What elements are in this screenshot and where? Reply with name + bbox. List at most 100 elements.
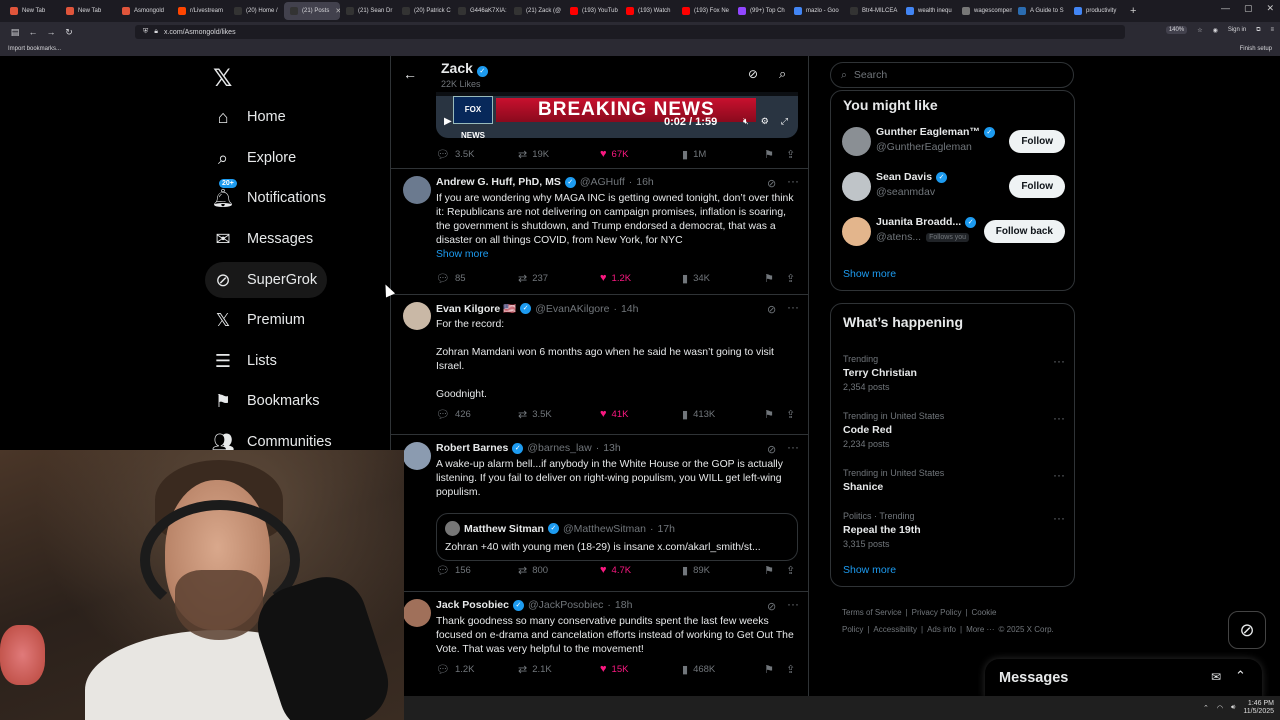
- browser-tab[interactable]: (20) Home /: [228, 2, 284, 20]
- account-icon[interactable]: ◉: [1213, 27, 1218, 34]
- author-handle[interactable]: @JackPosobiec: [528, 599, 603, 611]
- browser-tab[interactable]: A Guide to S: [1012, 2, 1068, 20]
- browser-tab[interactable]: (99+) Top Ch: [732, 2, 788, 20]
- clock[interactable]: 1:46 PM 11/5/2025: [1243, 700, 1274, 716]
- more-options-icon[interactable]: ···: [1053, 354, 1065, 368]
- browser-tab[interactable]: (21) Posts ✕: [284, 2, 340, 20]
- quoted-tweet[interactable]: Matthew Sitman ✓ @MatthewSitman · 17h Zo…: [436, 513, 798, 561]
- author-name[interactable]: Robert Barnes: [436, 442, 508, 454]
- browser-tab[interactable]: mazlo - Goo: [788, 2, 844, 20]
- browser-tab[interactable]: New Tab: [4, 2, 60, 20]
- back-arrow-icon[interactable]: ←: [24, 27, 42, 37]
- avatar[interactable]: [842, 217, 871, 246]
- sidebar-toggle-icon[interactable]: ▤: [6, 27, 24, 38]
- browser-tab[interactable]: wealth inequ: [900, 2, 956, 20]
- footer-link[interactable]: © 2025 X Corp.: [999, 625, 1054, 634]
- like-button[interactable]: ♥ 1.2K: [600, 272, 631, 284]
- author-handle[interactable]: @barnes_law: [527, 442, 591, 454]
- repost-button[interactable]: ⇄ 3.5K: [518, 408, 552, 421]
- browser-tab[interactable]: wagescompens: [956, 2, 1012, 20]
- browser-tab[interactable]: G446aK7XIA:: [452, 2, 508, 20]
- browser-tab[interactable]: New Tab: [60, 2, 116, 20]
- settings-icon[interactable]: ⚙: [761, 116, 769, 127]
- volume-icon[interactable]: 🔊︎: [1231, 704, 1235, 712]
- browser-tab[interactable]: r/Livestream: [172, 2, 228, 20]
- more-options-icon[interactable]: ···: [787, 597, 799, 611]
- grok-icon[interactable]: ⊘: [767, 600, 776, 613]
- author-name[interactable]: Evan Kilgore 🇺🇸: [436, 302, 516, 315]
- follow-button[interactable]: Follow: [1009, 175, 1065, 198]
- mute-icon[interactable]: 🔇︎: [743, 116, 749, 127]
- views-button[interactable]: ▮ 89K: [682, 564, 710, 577]
- tweet[interactable]: Jack Posobiec ✓ @JackPosobiec · 18h ⊘ ··…: [391, 591, 808, 696]
- grok-icon[interactable]: ⊘: [767, 177, 776, 190]
- follow-suggestion[interactable]: Sean Davis ✓ @seanmdav Follow: [831, 167, 1076, 207]
- like-button[interactable]: ♥ 67K: [600, 148, 628, 160]
- avatar[interactable]: [403, 176, 431, 204]
- expand-chevron-icon[interactable]: ⌃: [1235, 668, 1246, 684]
- browser-tab[interactable]: (20) Patrick C: [396, 2, 452, 20]
- like-button[interactable]: ♥ 4.7K: [600, 564, 631, 576]
- share-button[interactable]: ⇪: [786, 564, 795, 577]
- search-input[interactable]: ⌕ Search: [830, 62, 1074, 88]
- bookmark-button[interactable]: ⚑: [764, 408, 774, 421]
- forward-arrow-icon[interactable]: →: [42, 27, 60, 37]
- browser-tab[interactable]: (193) Watch: [620, 2, 676, 20]
- tweet-time[interactable]: 18h: [615, 599, 633, 611]
- grok-fab-icon[interactable]: ⊘: [1228, 611, 1266, 649]
- nav-item-explore[interactable]: ⌕ Explore: [205, 140, 306, 176]
- messages-drawer[interactable]: Messages ✉ ⌃: [985, 659, 1262, 699]
- close-window-icon[interactable]: ✕: [1266, 3, 1274, 14]
- reload-icon[interactable]: ↻: [60, 27, 78, 38]
- author-name[interactable]: Jack Posobiec: [436, 599, 509, 611]
- footer-link[interactable]: Terms of Service: [842, 608, 902, 617]
- sign-in-link[interactable]: Sign in: [1228, 27, 1246, 33]
- nav-item-bookmarks[interactable]: ⚑ Bookmarks: [205, 383, 330, 419]
- repost-button[interactable]: ⇄ 800: [518, 564, 548, 577]
- avatar[interactable]: [842, 127, 871, 156]
- tweet-time[interactable]: 14h: [621, 303, 639, 315]
- follow-suggestion[interactable]: Juanita Broadd... ✓ @atens... Follows you …: [831, 212, 1076, 252]
- views-button[interactable]: ▮ 468K: [682, 663, 715, 676]
- import-bookmarks-link[interactable]: Import bookmarks...: [8, 46, 61, 52]
- tweet-time[interactable]: 16h: [636, 176, 654, 188]
- nav-item-notifications[interactable]: 🔔︎ 20+ Notifications: [205, 179, 336, 216]
- trend-item[interactable]: Politics · Trending Repeal the 19th 3,31…: [843, 511, 1065, 549]
- tweet[interactable]: Robert Barnes ✓ @barnes_law · 13h ⊘ ··· …: [391, 434, 808, 591]
- browser-tab[interactable]: (193) Fox Ne: [676, 2, 732, 20]
- follow-suggestion[interactable]: Gunther Eagleman™ ✓ @GuntherEagleman Foll…: [831, 122, 1076, 162]
- views-button[interactable]: ▮ 413K: [682, 408, 715, 421]
- more-options-icon[interactable]: ···: [1053, 511, 1065, 525]
- share-button[interactable]: ⇪: [786, 663, 795, 676]
- author-name[interactable]: Andrew G. Huff, PhD, MS: [436, 176, 561, 188]
- avatar[interactable]: [403, 599, 431, 627]
- trend-item[interactable]: Trending Terry Christian 2,354 posts ···: [843, 354, 1065, 392]
- more-options-icon[interactable]: ···: [787, 300, 799, 314]
- x-logo-icon[interactable]: 𝕏: [213, 64, 232, 93]
- grok-icon[interactable]: ⊘: [748, 67, 758, 81]
- author-handle[interactable]: @AGHuff: [580, 176, 625, 188]
- tray-chevron-icon[interactable]: ⌃: [1203, 704, 1209, 712]
- bookmark-button[interactable]: ⚑: [764, 564, 774, 577]
- new-tab-icon[interactable]: +: [1130, 5, 1136, 17]
- avatar[interactable]: [403, 442, 431, 470]
- follow-button[interactable]: Follow back: [983, 220, 1065, 243]
- avatar[interactable]: [403, 302, 431, 330]
- menu-icon[interactable]: ≡: [1270, 27, 1274, 33]
- extensions-icon[interactable]: ⧉: [1256, 27, 1260, 34]
- show-more-link[interactable]: Show more: [843, 268, 896, 280]
- footer-link[interactable]: Accessibility: [873, 625, 917, 634]
- search-icon[interactable]: ⌕: [779, 66, 786, 82]
- minimize-icon[interactable]: —: [1221, 3, 1230, 14]
- star-icon[interactable]: ☆: [1197, 27, 1202, 34]
- footer-link[interactable]: Privacy Policy: [912, 608, 962, 617]
- browser-tab[interactable]: Asmongold: [116, 2, 172, 20]
- grok-icon[interactable]: ⊘: [767, 303, 776, 316]
- nav-item-premium[interactable]: 𝕏 Premium: [205, 302, 315, 338]
- new-message-icon[interactable]: ✉: [1211, 670, 1221, 684]
- like-button[interactable]: ♥ 15K: [600, 663, 628, 675]
- reply-button[interactable]: 💬︎ 85: [436, 272, 466, 285]
- zoom-level[interactable]: 140%: [1165, 26, 1188, 34]
- trend-item[interactable]: Trending in United States Code Red 2,234…: [843, 411, 1065, 449]
- reply-button[interactable]: 💬︎ 1.2K: [436, 663, 475, 676]
